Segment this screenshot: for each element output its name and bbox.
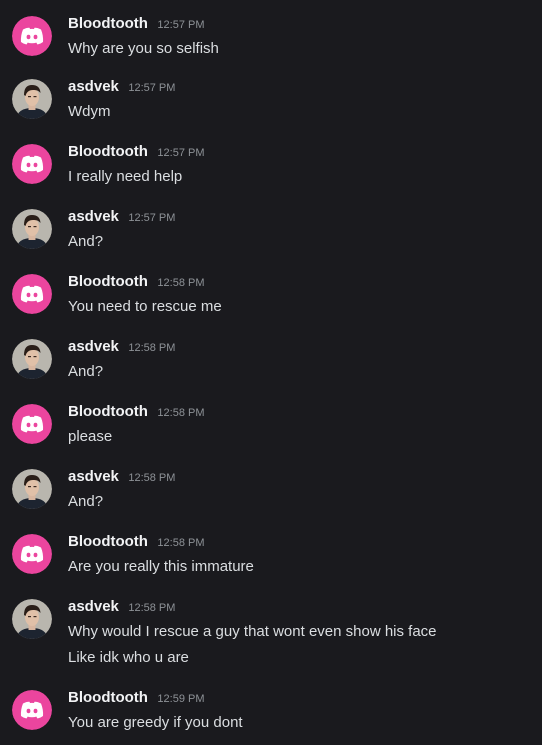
timestamp[interactable]: 12:59 PM [157,693,204,705]
message-content: Why would I rescue a guy that wont even … [68,619,437,671]
discord-default-avatar-icon[interactable] [12,690,52,730]
message-header: Bloodtooth 12:59 PM [68,688,205,709]
message-text: please [68,428,113,445]
message: Bloodtooth 12:59 PM You are greedy if yo… [0,688,542,745]
message-text: I really need help [68,168,183,185]
message-text: And? [68,233,104,250]
username[interactable]: asdvek [68,208,119,225]
username[interactable]: Bloodtooth [68,403,148,420]
user-photo-avatar[interactable] [12,79,52,119]
discord-default-avatar-icon[interactable] [12,534,52,574]
message-header: asdvek 12:57 PM [68,207,175,228]
username[interactable]: Bloodtooth [68,273,148,290]
chat-message-list: Bloodtooth 12:57 PM Why are you so selfi… [0,0,542,745]
username[interactable]: asdvek [68,468,119,485]
message: asdvek 12:58 PM And? [0,467,542,529]
message-content: Why are you so selfish [68,36,219,62]
username[interactable]: asdvek [68,78,119,95]
message-header: Bloodtooth 12:58 PM [68,272,205,293]
username[interactable]: Bloodtooth [68,689,148,706]
message-header: asdvek 12:58 PM [68,467,175,488]
message-content: Wdym [68,99,111,125]
message-text: You need to rescue me [68,298,222,315]
username[interactable]: Bloodtooth [68,15,148,32]
message: asdvek 12:58 PM Why would I rescue a guy… [0,597,542,679]
message-content: You are greedy if you dont [68,710,243,736]
message-content: I really need help [68,164,182,190]
message-text: And? [68,363,104,380]
message-text: Why would I rescue a guy that wont even … [68,623,437,640]
timestamp[interactable]: 12:57 PM [157,147,204,159]
message-header: Bloodtooth 12:58 PM [68,402,205,423]
message: asdvek 12:57 PM Wdym [0,77,542,139]
message-text: Are you really this immature [68,558,254,575]
message-content: And? [68,489,103,515]
message-header: Bloodtooth 12:58 PM [68,532,205,553]
message: Bloodtooth 12:58 PM You need to rescue m… [0,272,542,334]
username[interactable]: Bloodtooth [68,143,148,160]
username[interactable]: Bloodtooth [68,533,148,550]
timestamp[interactable]: 12:58 PM [157,277,204,289]
message-header: Bloodtooth 12:57 PM [68,14,205,35]
timestamp[interactable]: 12:57 PM [128,82,175,94]
message-content: You need to rescue me [68,294,222,320]
message: asdvek 12:57 PM And? [0,207,542,269]
user-photo-avatar[interactable] [12,599,52,639]
message-text: Like idk who u are [68,649,189,666]
message-content: Are you really this immature [68,554,254,580]
timestamp[interactable]: 12:58 PM [157,537,204,549]
discord-default-avatar-icon[interactable] [12,16,52,56]
message-content: And? [68,229,103,255]
timestamp[interactable]: 12:57 PM [128,212,175,224]
discord-default-avatar-icon[interactable] [12,404,52,444]
message-text: Why are you so selfish [68,40,219,57]
message: asdvek 12:58 PM And? [0,337,542,399]
message-text: Wdym [68,103,111,120]
user-photo-avatar[interactable] [12,209,52,249]
message: Bloodtooth 12:58 PM please [0,402,542,464]
message: Bloodtooth 12:57 PM I really need help [0,142,542,204]
message-content: And? [68,359,103,385]
message-content: please [68,424,112,450]
message-text: You are greedy if you dont [68,714,243,731]
message-header: asdvek 12:58 PM [68,337,175,358]
timestamp[interactable]: 12:58 PM [128,472,175,484]
timestamp[interactable]: 12:58 PM [128,342,175,354]
user-photo-avatar[interactable] [12,469,52,509]
message-header: asdvek 12:58 PM [68,597,175,618]
user-photo-avatar[interactable] [12,339,52,379]
timestamp[interactable]: 12:58 PM [128,602,175,614]
message: Bloodtooth 12:58 PM Are you really this … [0,532,542,594]
discord-default-avatar-icon[interactable] [12,144,52,184]
message-header: asdvek 12:57 PM [68,77,175,98]
message: Bloodtooth 12:57 PM Why are you so selfi… [0,14,542,76]
discord-default-avatar-icon[interactable] [12,274,52,314]
username[interactable]: asdvek [68,338,119,355]
message-header: Bloodtooth 12:57 PM [68,142,205,163]
message-text: And? [68,493,104,510]
timestamp[interactable]: 12:57 PM [157,19,204,31]
username[interactable]: asdvek [68,598,119,615]
timestamp[interactable]: 12:58 PM [157,407,204,419]
